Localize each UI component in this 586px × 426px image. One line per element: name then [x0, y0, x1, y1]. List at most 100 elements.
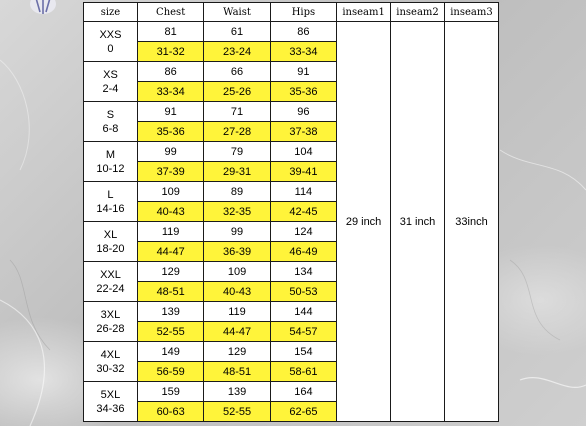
size-name: 3XL — [100, 308, 121, 321]
waist-cm: 79 — [203, 141, 271, 162]
chest-inch: 37-39 — [136, 161, 205, 182]
waist-cm: 71 — [203, 101, 271, 122]
chest-cm: 149 — [136, 341, 205, 362]
waist-cm: 119 — [203, 301, 271, 322]
waist-cm: 66 — [203, 61, 271, 82]
chest-inch: 56-59 — [136, 361, 205, 382]
size-name: XL — [103, 228, 118, 241]
size-cell: 5XL 34-36 — [83, 381, 138, 422]
chest-inch: 60-63 — [136, 401, 205, 422]
size-name: XXL — [100, 268, 121, 281]
waist-inch: 48-51 — [203, 361, 271, 382]
hips-cm: 154 — [269, 341, 338, 362]
inseam2-value: 31 inch — [390, 21, 445, 422]
header-inseam1: inseam1 — [336, 2, 392, 22]
chest-cm: 139 — [136, 301, 205, 322]
header-row: size Chest Waist Hips inseam1 inseam2 in… — [83, 2, 500, 22]
chest-cm: 91 — [136, 101, 205, 122]
size-name: XXS — [99, 28, 122, 41]
hips-cm: 86 — [269, 21, 338, 42]
waist-cm: 139 — [203, 381, 271, 402]
hips-inch: 35-36 — [269, 81, 338, 102]
size-number: 26-28 — [96, 322, 125, 335]
hips-inch: 62-65 — [269, 401, 338, 422]
header-inseam2: inseam2 — [390, 2, 445, 22]
size-number: 34-36 — [96, 402, 125, 415]
chest-cm: 129 — [136, 261, 205, 282]
size-number: 22-24 — [96, 282, 125, 295]
hips-inch: 39-41 — [269, 161, 338, 182]
header-hips: Hips — [269, 2, 338, 22]
chest-inch: 48-51 — [136, 281, 205, 302]
chest-inch: 35-36 — [136, 121, 205, 142]
size-cell: M 10-12 — [83, 141, 138, 182]
chest-inch: 31-32 — [136, 41, 205, 62]
chest-cm: 86 — [136, 61, 205, 82]
size-number: 10-12 — [96, 162, 125, 175]
header-waist: Waist — [203, 2, 271, 22]
waist-cm: 99 — [203, 221, 271, 242]
waist-inch: 23-24 — [203, 41, 271, 62]
hips-inch: 50-53 — [269, 281, 338, 302]
hips-inch: 42-45 — [269, 201, 338, 222]
size-number: 14-16 — [96, 202, 125, 215]
header-inseam3: inseam3 — [443, 2, 500, 22]
size-number: 6-8 — [102, 122, 119, 135]
hips-cm: 96 — [269, 101, 338, 122]
chest-inch: 40-43 — [136, 201, 205, 222]
size-cell: XS 2-4 — [83, 61, 138, 102]
chest-inch: 33-34 — [136, 81, 205, 102]
waist-inch: 29-31 — [203, 161, 271, 182]
size-name: 5XL — [100, 388, 121, 401]
size-name: S — [106, 108, 115, 121]
size-name: M — [105, 148, 116, 161]
chest-cm: 81 — [136, 21, 205, 42]
waist-inch: 40-43 — [203, 281, 271, 302]
brand-logo-icon — [28, 0, 58, 16]
size-cell: XL 18-20 — [83, 221, 138, 262]
chest-inch: 44-47 — [136, 241, 205, 262]
hips-cm: 124 — [269, 221, 338, 242]
hips-cm: 91 — [269, 61, 338, 82]
chest-cm: 109 — [136, 181, 205, 202]
size-cell: 3XL 26-28 — [83, 301, 138, 342]
hips-cm: 114 — [269, 181, 338, 202]
hips-cm: 144 — [269, 301, 338, 322]
hips-inch: 58-61 — [269, 361, 338, 382]
waist-cm: 89 — [203, 181, 271, 202]
hips-inch: 46-49 — [269, 241, 338, 262]
size-name: XS — [103, 68, 118, 81]
size-cell: S 6-8 — [83, 101, 138, 142]
header-size: size — [83, 2, 138, 22]
size-chart-table: size Chest Waist Hips inseam1 inseam2 in… — [83, 2, 500, 422]
hips-inch: 37-38 — [269, 121, 338, 142]
hips-inch: 33-34 — [269, 41, 338, 62]
chest-cm: 119 — [136, 221, 205, 242]
waist-inch: 36-39 — [203, 241, 271, 262]
waist-inch: 27-28 — [203, 121, 271, 142]
size-cell: XXL 22-24 — [83, 261, 138, 302]
size-number: 0 — [107, 42, 114, 55]
header-chest: Chest — [136, 2, 205, 22]
hips-cm: 134 — [269, 261, 338, 282]
hips-inch: 54-57 — [269, 321, 338, 342]
size-cell: XXS 0 — [83, 21, 138, 62]
chest-cm: 159 — [136, 381, 205, 402]
size-name: L — [107, 188, 114, 201]
waist-inch: 32-35 — [203, 201, 271, 222]
inseam3-value: 33inch — [443, 21, 500, 422]
waist-inch: 52-55 — [203, 401, 271, 422]
waist-cm: 61 — [203, 21, 271, 42]
table-row: XXS 0 81 61 86 29 inch 31 inch 33inch — [83, 21, 500, 422]
waist-cm: 129 — [203, 341, 271, 362]
size-number: 18-20 — [96, 242, 125, 255]
size-name: 4XL — [100, 348, 121, 361]
hips-cm: 164 — [269, 381, 338, 402]
chest-cm: 99 — [136, 141, 205, 162]
waist-cm: 109 — [203, 261, 271, 282]
hips-cm: 104 — [269, 141, 338, 162]
waist-inch: 25-26 — [203, 81, 271, 102]
size-number: 2-4 — [102, 82, 119, 95]
size-number: 30-32 — [96, 362, 125, 375]
inseam1-value: 29 inch — [336, 21, 392, 422]
